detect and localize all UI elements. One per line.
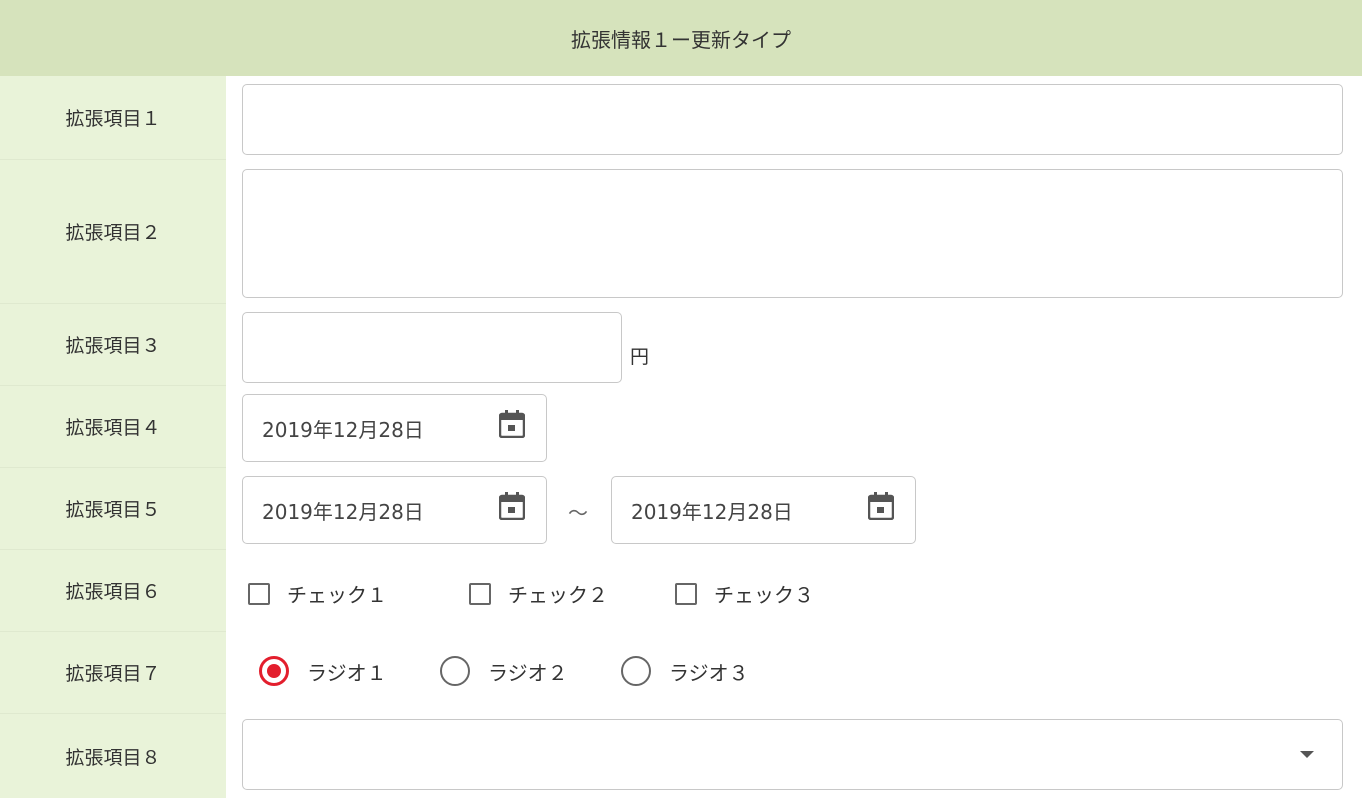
dropdown-caret-icon[interactable] xyxy=(1300,751,1314,758)
checkbox-3-label: チェック３ xyxy=(714,583,814,607)
item1-text-input[interactable] xyxy=(242,84,1343,155)
checkbox-2[interactable]: チェック２ xyxy=(469,579,608,608)
checkbox-icon[interactable] xyxy=(675,582,697,605)
calendar-icon[interactable] xyxy=(868,492,894,520)
section-title: 拡張情報１ー更新タイプ xyxy=(571,27,791,52)
radio-1-label: ラジオ１ xyxy=(307,660,387,685)
item5-date-to-input[interactable]: 2019年12月28日 xyxy=(611,476,916,544)
row-label-7: 拡張項目７ xyxy=(0,632,226,714)
row-label-3: 拡張項目３ xyxy=(0,304,226,386)
row-label-5: 拡張項目５ xyxy=(0,468,226,550)
date-range-separator: ～ xyxy=(568,501,588,525)
item8-select[interactable] xyxy=(242,719,1343,790)
calendar-icon[interactable] xyxy=(499,410,525,438)
row-label-4: 拡張項目４ xyxy=(0,386,226,468)
item4-date-value: 2019年12月28日 xyxy=(262,417,424,442)
row-label-6: 拡張項目６ xyxy=(0,550,226,632)
item5-date-from-value: 2019年12月28日 xyxy=(262,499,424,524)
row-label-2: 拡張項目２ xyxy=(0,160,226,304)
checkbox-1-label: チェック１ xyxy=(287,583,387,607)
item4-date-input[interactable]: 2019年12月28日 xyxy=(242,394,547,462)
radio-selected-icon[interactable] xyxy=(259,656,289,686)
checkbox-3[interactable]: チェック３ xyxy=(675,579,814,608)
item5-date-to-value: 2019年12月28日 xyxy=(631,499,793,524)
item5-date-from-input[interactable]: 2019年12月28日 xyxy=(242,476,547,544)
row-label-1: 拡張項目１ xyxy=(0,76,226,160)
radio-1[interactable]: ラジオ１ xyxy=(259,656,387,686)
radio-3[interactable]: ラジオ３ xyxy=(621,656,749,686)
radio-2[interactable]: ラジオ２ xyxy=(440,656,568,686)
section-header: 拡張情報１ー更新タイプ xyxy=(0,0,1362,76)
radio-2-label: ラジオ２ xyxy=(488,660,568,685)
checkbox-1[interactable]: チェック１ xyxy=(248,579,387,608)
radio-unselected-icon[interactable] xyxy=(440,656,470,686)
item3-amount-input[interactable] xyxy=(242,312,622,383)
checkbox-2-label: チェック２ xyxy=(508,583,608,607)
row-label-8: 拡張項目８ xyxy=(65,746,161,769)
radio-unselected-icon[interactable] xyxy=(621,656,651,686)
checkbox-icon[interactable] xyxy=(469,582,491,605)
item3-unit-label: 円 xyxy=(630,346,650,368)
radio-3-label: ラジオ３ xyxy=(669,660,749,685)
checkbox-icon[interactable] xyxy=(248,582,270,605)
calendar-icon[interactable] xyxy=(499,492,525,520)
item2-textarea[interactable] xyxy=(242,169,1343,298)
